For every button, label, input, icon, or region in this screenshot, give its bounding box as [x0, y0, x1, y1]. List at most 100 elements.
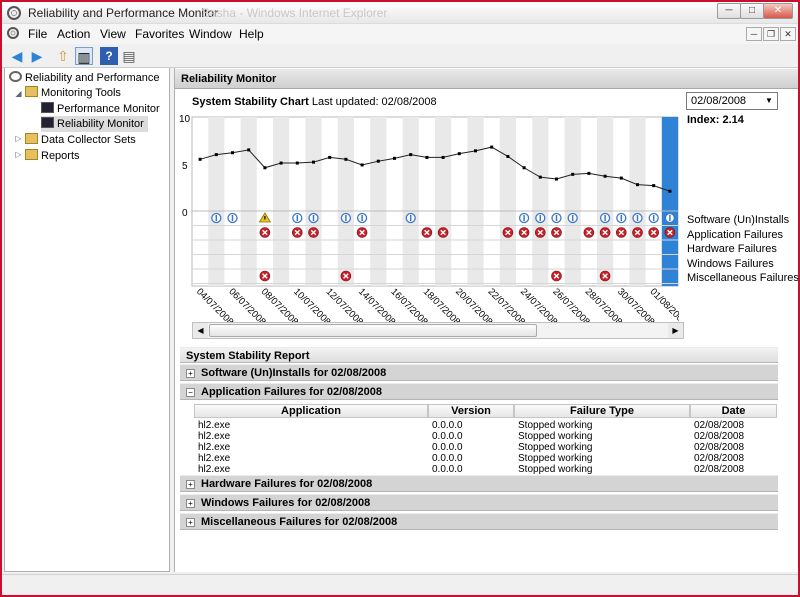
- table-row[interactable]: hl2.exe 0.0.0.0 Stopped working 02/08/2008: [194, 442, 777, 453]
- stability-chart[interactable]: 04/07/200806/07/200808/07/200810/07/2008…: [175, 112, 679, 322]
- data-point: [263, 166, 267, 170]
- data-point: [652, 184, 656, 188]
- console-icon[interactable]: [7, 27, 19, 39]
- column-band: [499, 117, 516, 286]
- data-point: [441, 155, 445, 159]
- column-band: [435, 117, 452, 286]
- table-cell: 02/08/2008: [694, 431, 745, 442]
- up-folder-icon[interactable]: ⇧: [54, 47, 72, 65]
- help-icon[interactable]: ?: [100, 47, 118, 65]
- expand-icon[interactable]: +: [186, 369, 195, 378]
- stability-report: System Stability Report + Software (Un)In…: [180, 347, 778, 572]
- table-cell: hl2.exe: [198, 431, 231, 442]
- menu-file[interactable]: File: [28, 27, 47, 41]
- expand-icon[interactable]: ▷: [14, 134, 23, 143]
- reports-icon: [25, 149, 38, 160]
- section-software-installs[interactable]: + Software (Un)Installs for 02/08/2008: [180, 364, 778, 381]
- column-band: [240, 117, 257, 286]
- navigation-tree: Reliability and Performance ◢ Monitoring…: [4, 68, 170, 572]
- chart-scrollbar[interactable]: ◀ ▶: [192, 322, 684, 339]
- main-window: Reliability and Performance Monitor Sash…: [0, 0, 800, 597]
- menu-help[interactable]: Help: [239, 27, 264, 41]
- data-point: [538, 175, 542, 179]
- table-cell: 02/08/2008: [694, 420, 745, 431]
- expand-icon[interactable]: ◢: [14, 89, 23, 98]
- tree-item-reports[interactable]: Reports: [25, 148, 80, 164]
- menu-window[interactable]: Window: [189, 27, 232, 41]
- data-point: [328, 155, 332, 159]
- table-cell: 0.0.0.0: [432, 431, 463, 442]
- table-row[interactable]: hl2.exe 0.0.0.0 Stopped working 02/08/2008: [194, 420, 777, 431]
- expand-icon[interactable]: ▷: [14, 150, 23, 159]
- date-select[interactable]: 02/08/2008 ▼: [686, 92, 778, 110]
- back-icon[interactable]: ◀: [8, 47, 26, 65]
- menu-view[interactable]: View: [100, 27, 126, 41]
- selected-column: [661, 117, 678, 286]
- mdi-close-button[interactable]: ✕: [780, 27, 796, 41]
- tree-item-data-collector-sets[interactable]: Data Collector Sets: [25, 132, 136, 148]
- scroll-right-icon[interactable]: ▶: [668, 323, 683, 338]
- data-point: [312, 160, 315, 164]
- collapse-icon[interactable]: −: [186, 388, 195, 397]
- table-row[interactable]: hl2.exe 0.0.0.0 Stopped working 02/08/2008: [194, 431, 777, 442]
- column-band: [370, 117, 387, 286]
- report-title: System Stability Report: [180, 347, 778, 363]
- column-header-application[interactable]: Application: [194, 404, 428, 418]
- table-row[interactable]: hl2.exe 0.0.0.0 Stopped working 02/08/2008: [194, 453, 777, 464]
- table-cell: Stopped working: [518, 464, 593, 475]
- menu-favorites[interactable]: Favorites: [135, 27, 184, 41]
- section-application-failures[interactable]: − Application Failures for 02/08/2008: [180, 383, 778, 400]
- maximize-button[interactable]: □: [740, 3, 764, 19]
- column-band: [305, 117, 322, 286]
- table-cell: 0.0.0.0: [432, 464, 463, 475]
- chevron-down-icon[interactable]: ▼: [761, 93, 777, 109]
- section-hardware-failures[interactable]: + Hardware Failures for 02/08/2008: [180, 475, 778, 492]
- column-band: [629, 117, 646, 286]
- column-band: [597, 117, 614, 286]
- forward-icon[interactable]: ▶: [28, 47, 46, 65]
- table-cell: hl2.exe: [198, 442, 231, 453]
- menu-action[interactable]: Action: [57, 27, 90, 41]
- category-label: Software (Un)Installs: [687, 214, 790, 226]
- table-cell: hl2.exe: [198, 453, 231, 464]
- expand-icon[interactable]: +: [186, 518, 195, 527]
- mdi-restore-button[interactable]: ❐: [763, 27, 779, 41]
- properties-icon[interactable]: ▤: [120, 47, 138, 65]
- column-header-version[interactable]: Version: [428, 404, 514, 418]
- table-cell: Stopped working: [518, 453, 593, 464]
- status-bar: [2, 574, 798, 595]
- data-point: [571, 172, 575, 176]
- column-header-date[interactable]: Date: [690, 404, 777, 418]
- tree-item-monitoring-tools[interactable]: Monitoring Tools: [25, 85, 121, 101]
- table-cell: Stopped working: [518, 442, 593, 453]
- tree-item-performance-monitor[interactable]: Performance Monitor: [41, 101, 160, 117]
- expand-icon[interactable]: +: [186, 499, 195, 508]
- table-row[interactable]: hl2.exe 0.0.0.0 Stopped working 02/08/2008: [194, 464, 777, 475]
- section-misc-failures[interactable]: + Miscellaneous Failures for 02/08/2008: [180, 513, 778, 530]
- data-point: [376, 159, 380, 163]
- scroll-thumb[interactable]: [209, 324, 537, 337]
- category-label: Application Failures: [687, 229, 783, 241]
- data-collector-icon: [25, 133, 38, 144]
- window-title: Reliability and Performance Monitor: [28, 6, 219, 20]
- minimize-button[interactable]: ─: [717, 3, 741, 19]
- tree-item-root[interactable]: Reliability and Performance: [9, 70, 160, 86]
- reliability-monitor-pane: Reliability Monitor System Stability Cha…: [174, 68, 798, 572]
- show-hide-tree-icon[interactable]: ▥: [75, 47, 93, 65]
- close-button[interactable]: ✕: [763, 3, 793, 19]
- last-updated: Last updated: 02/08/2008: [311, 96, 437, 108]
- column-header-failure-type[interactable]: Failure Type: [514, 404, 690, 418]
- data-point: [506, 154, 510, 158]
- tree-item-reliability-monitor[interactable]: Reliability Monitor: [41, 116, 148, 132]
- section-windows-failures[interactable]: + Windows Failures for 02/08/2008: [180, 494, 778, 511]
- mdi-minimize-button[interactable]: ─: [746, 27, 762, 41]
- stability-index: Index: 2.14: [687, 114, 744, 126]
- expand-icon[interactable]: +: [186, 480, 195, 489]
- background-window-title: Sasha - Windows Internet Explorer: [202, 6, 388, 20]
- table-cell: hl2.exe: [198, 464, 231, 475]
- column-band: [273, 117, 290, 286]
- app-icon: [7, 6, 21, 20]
- data-point: [668, 189, 672, 193]
- data-point: [457, 152, 461, 156]
- scroll-left-icon[interactable]: ◀: [193, 323, 208, 338]
